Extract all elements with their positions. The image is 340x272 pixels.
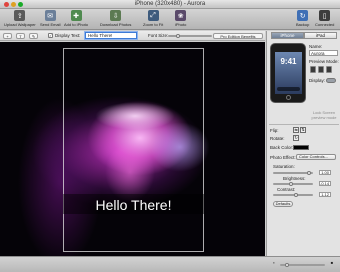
rotate-label: Rotate: — [270, 136, 285, 141]
pro-edition-benefits-button[interactable]: Pro Edition Benefits — [213, 33, 263, 39]
display-text-checkbox[interactable]: ✓ — [48, 33, 53, 38]
display-label: Display: — [309, 78, 326, 83]
contrast-slider[interactable] — [273, 194, 313, 196]
photo-effect-label: Photo Effect: — [270, 155, 296, 160]
zoom-slider-knob[interactable] — [285, 263, 289, 267]
defaults-button[interactable]: Defaults — [273, 201, 293, 207]
phone-time: 9:41 — [280, 57, 297, 66]
preview-mode-label: Preview Mode: — [309, 59, 339, 64]
font-size-slider[interactable] — [168, 35, 212, 37]
iphoto-button[interactable]: ❀ iPhoto — [175, 10, 186, 27]
flip-horizontal-icon[interactable]: ⇆ — [293, 127, 299, 133]
home-button-icon — [286, 95, 291, 100]
status-bar: ▪ ■ — [0, 256, 340, 272]
options-bar: + T ✎ ✓ Display Text: Hello There! Font … — [0, 31, 265, 41]
iphoto-icon: ✚ — [70, 10, 82, 21]
slide-to-unlock-bar — [277, 87, 300, 91]
brightness-field[interactable]: -0.14 — [319, 181, 331, 186]
text-tool-icon: T — [19, 33, 22, 39]
overlay-text[interactable]: Hello There! — [63, 197, 204, 213]
upload-wallpaper-button[interactable]: ⇪ Upload Wallpaper — [4, 10, 36, 27]
phone-screen: 9:41 — [275, 52, 302, 94]
title-bar: iPhone (320x480) - Aurora — [0, 0, 340, 9]
plus-icon: + — [6, 33, 9, 39]
saturation-field[interactable]: 1.00 — [319, 170, 331, 175]
window-title: iPhone (320x480) - Aurora — [134, 1, 206, 7]
edit-tool-button[interactable]: ✎ — [29, 33, 38, 39]
send-email-button[interactable]: ✉ Send Email — [40, 10, 60, 27]
lock-screen-mode-icon[interactable] — [310, 66, 316, 73]
connected-button[interactable]: ▯ Connected — [315, 10, 334, 27]
brightness-label: Brightness: — [283, 176, 306, 181]
add-button[interactable]: + — [3, 33, 12, 39]
phone-preview: 9:41 — [270, 43, 306, 103]
font-size-label: Font Size: — [148, 33, 169, 38]
tab-ipad[interactable]: iPad — [304, 32, 337, 39]
zoom-to-fit-button[interactable]: ⤢ Zoom to Fit — [143, 10, 163, 27]
display-toggle[interactable] — [326, 78, 336, 83]
connected-icon: ▯ — [319, 10, 331, 21]
email-icon: ✉ — [44, 10, 56, 21]
flip-label: Flip: — [270, 128, 279, 133]
home-screen-mode-icon[interactable] — [318, 66, 324, 73]
backup-button[interactable]: ↻ Backup — [296, 10, 309, 27]
rotate-icon[interactable]: ↻ — [293, 135, 299, 141]
display-text-input[interactable]: Hello There! — [85, 32, 137, 39]
download-photos-button[interactable]: ⇩ Download Photos — [100, 10, 131, 27]
crop-frame[interactable] — [63, 48, 204, 252]
divider — [269, 124, 339, 125]
display-text-label: Display Text: — [55, 33, 81, 38]
toolbar-label: Send Email — [40, 22, 61, 27]
toolbar-label: iPhoto — [175, 22, 187, 27]
photo-effect-dropdown[interactable]: Color Controls... — [296, 154, 336, 160]
contrast-slider-knob[interactable] — [294, 193, 298, 197]
inspector-panel: iPhone iPad 9:41 Name: Aurora Preview Mo… — [266, 31, 340, 256]
toolbar-label: Add to iPhoto — [64, 22, 89, 27]
add-to-iphoto-button[interactable]: ✚ Add to iPhoto — [64, 10, 88, 27]
name-label: Name: — [309, 44, 323, 49]
preview-hint: Lock Screen preview mode — [311, 110, 337, 120]
wallpaper-canvas: Hello There! — [0, 42, 265, 256]
font-size-slider-knob[interactable] — [176, 34, 180, 38]
edit-icon: ✎ — [31, 33, 36, 39]
text-tool-button[interactable]: T — [16, 33, 25, 39]
toolbar-label: Upload Wallpaper — [4, 22, 36, 27]
brightness-slider-knob[interactable] — [289, 182, 293, 186]
saturation-slider-knob[interactable] — [307, 171, 311, 175]
contrast-field[interactable]: 1.12 — [319, 192, 331, 197]
iphoto-app-icon: ❀ — [175, 10, 187, 21]
contrast-label: Contrast: — [277, 187, 296, 192]
back-color-well[interactable] — [293, 145, 309, 150]
download-photos-icon: ⇩ — [110, 10, 122, 21]
backup-icon: ↻ — [297, 10, 309, 21]
toolbar: ⇪ Upload Wallpaper ✉ Send Email ✚ Add to… — [0, 9, 340, 30]
toolbar-label: Download Photos — [100, 22, 132, 27]
flip-vertical-icon[interactable]: ⇅ — [300, 127, 306, 133]
brightness-slider[interactable] — [273, 183, 313, 185]
toolbar-label: Backup — [296, 22, 310, 27]
zoom-in-icon[interactable]: ■ — [329, 261, 335, 267]
saturation-label: Saturation: — [273, 164, 295, 169]
toolbar-label: Connected — [315, 22, 335, 27]
name-field[interactable]: Aurora — [309, 50, 338, 56]
zoom-out-icon[interactable]: ▪ — [271, 261, 277, 267]
plain-mode-icon[interactable] — [326, 66, 332, 73]
back-color-label: Back Color: — [270, 145, 294, 150]
upload-icon: ⇪ — [14, 10, 26, 21]
tab-iphone[interactable]: iPhone — [271, 32, 304, 39]
toolbar-label: Zoom to Fit — [143, 22, 164, 27]
zoom-to-fit-icon: ⤢ — [147, 10, 159, 21]
